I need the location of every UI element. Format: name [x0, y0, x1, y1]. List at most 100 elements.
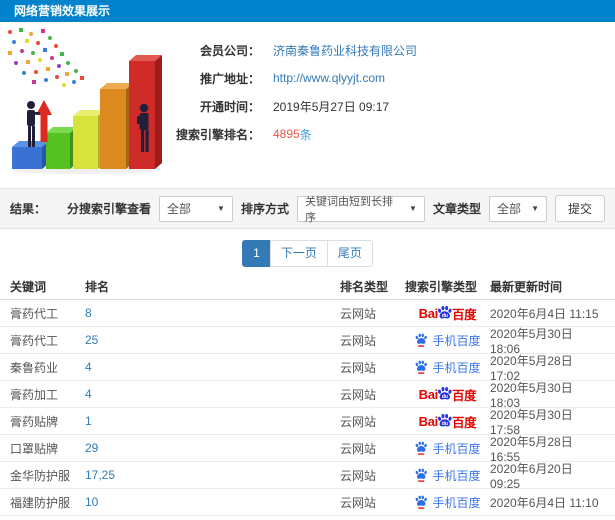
- mobile-baidu-label: 手机百度: [432, 495, 481, 510]
- account-info-section: 会员公司： 济南秦鲁药业科技有限公司 推广地址： http://www.qlyy…: [0, 22, 615, 188]
- page-title: 网络营销效果展示: [14, 4, 111, 18]
- table-body: 膏药代工 8 云网站 Bai du 百度 2020年6月4日 11:15 膏药代工 25 云网站手…: [0, 300, 615, 520]
- rank-link[interactable]: 10: [85, 495, 340, 509]
- keyword-cell: 膏药贴牌: [10, 414, 59, 429]
- rank-type-cell: 云网站: [340, 387, 377, 402]
- mobile-baidu-label: 手机百度: [432, 468, 481, 483]
- businessman-left: [27, 101, 40, 147]
- rank-link[interactable]: 25: [85, 333, 340, 347]
- info-row-company: 会员公司： 济南秦鲁药业科技有限公司: [172, 36, 615, 64]
- updated-cell: 2020年6月4日 11:10: [490, 495, 599, 510]
- submit-button[interactable]: 提交: [554, 195, 605, 222]
- keyword-cell: 秦鲁药业: [10, 360, 59, 375]
- rank-link[interactable]: 29: [85, 441, 340, 455]
- rank-link[interactable]: 4: [85, 360, 340, 374]
- engine-cell: 手机百度: [405, 332, 490, 349]
- bar-chart-illustration: [0, 22, 172, 188]
- engine-select-value: 全部: [166, 202, 191, 216]
- table-row: 膏药贴牌 1 云网站 Bai du 百度 2020年5月30日 17:58: [0, 408, 615, 437]
- rank-type-cell: 云网站: [340, 333, 377, 348]
- results-table: 关键词 排名 排名类型 搜索引擎类型 最新更新时间 膏药代工 8 云网站 Bai du 百…: [0, 274, 615, 520]
- keyword-cell: 膏药代工: [10, 306, 59, 321]
- last-page-button[interactable]: 尾页: [326, 240, 373, 267]
- baidu-paw-icon: du: [437, 413, 452, 427]
- keyword-cell: 膏药代工: [10, 333, 59, 348]
- chevron-down-icon: ▼: [409, 204, 417, 213]
- article-type-label: 文章类型: [432, 202, 481, 216]
- rank-type-cell: 云网站: [340, 441, 377, 456]
- promotion-url-label: 推广地址：: [199, 71, 260, 86]
- page-1-button[interactable]: 1: [242, 240, 271, 267]
- account-info-list: 会员公司： 济南秦鲁药业科技有限公司 推广地址： http://www.qlyy…: [172, 22, 615, 188]
- rank-type-cell: 云网站: [340, 360, 377, 375]
- keyword-cell: 金华防护服: [10, 468, 71, 483]
- mobile-baidu-badge: 手机百度: [414, 494, 481, 511]
- page: 网络营销效果展示 会员公司： 济南秦鲁药业科技有限公司 推广地址： http:/…: [0, 0, 615, 520]
- app-header: 网络营销效果展示: [0, 0, 615, 22]
- pagination-wrap: 1 下一页 尾页: [0, 229, 615, 274]
- mobile-baidu-badge: 手机百度: [414, 440, 481, 457]
- rank-type-cell: 云网站: [340, 468, 377, 483]
- baidu-logo-cn: 百度: [451, 307, 477, 322]
- rank-link[interactable]: 4: [85, 387, 340, 401]
- col-header-rank-type: 排名类型: [340, 280, 389, 294]
- baidu-paw-icon: [416, 442, 428, 456]
- open-time-label: 开通时间：: [199, 99, 260, 114]
- table-row: 福建防护服 10 云网站 手机百度 2020年6月4日 11:10: [0, 489, 615, 516]
- baidu-logo-cn: 百度: [451, 415, 477, 430]
- sort-select-value: 关键词由短到长排序: [304, 195, 393, 224]
- company-link[interactable]: 济南秦鲁药业科技有限公司: [273, 42, 417, 59]
- engine-cell: 手机百度: [405, 359, 490, 376]
- rank-type-cell: 云网站: [340, 306, 377, 321]
- chevron-down-icon: ▼: [217, 204, 225, 213]
- confetti-decoration: [8, 28, 84, 87]
- baidu-logo: Bai du 百度: [419, 304, 477, 323]
- bar-green: [46, 127, 77, 169]
- filter-bar: 结果： 分搜索引擎查看 全部 ▼ 排序方式 关键词由短到长排序 ▼ 文章类型 全…: [0, 188, 615, 229]
- engine-cell: 手机百度: [405, 467, 490, 484]
- open-time-value: 2019年5月27日 09:17: [273, 99, 390, 114]
- col-header-updated: 最新更新时间: [490, 280, 563, 294]
- rank-link[interactable]: 1: [85, 414, 340, 428]
- engine-cell: 手机百度: [405, 494, 490, 511]
- baidu-paw-icon: [416, 469, 428, 483]
- baidu-paw-icon: [416, 496, 428, 510]
- updated-cell: 2020年6月20日 09:25: [490, 461, 573, 491]
- keyword-cell: 膏药加工: [10, 387, 59, 402]
- article-type-select[interactable]: 全部 ▼: [488, 195, 547, 222]
- filter-controls: 分搜索引擎查看 全部 ▼ 排序方式 关键词由短到长排序 ▼ 文章类型 全部 ▼ …: [67, 195, 605, 224]
- mobile-baidu-label: 手机百度: [432, 360, 481, 375]
- sort-select[interactable]: 关键词由短到长排序 ▼: [296, 195, 425, 224]
- table-row: 秦鲁药业 4 云网站 手机百度 2020年5月28日 17:02: [0, 354, 615, 383]
- promotion-url-link[interactable]: http://www.qlyyjt.com: [273, 71, 385, 85]
- rank-link[interactable]: 8: [85, 306, 340, 320]
- engine-rank-unit: 条: [299, 127, 312, 142]
- next-page-button[interactable]: 下一页: [269, 240, 328, 267]
- engine-rank-count: 4895: [273, 127, 300, 141]
- svg-text:du: du: [442, 313, 448, 319]
- table-row-partial: 手机百度: [0, 516, 615, 520]
- info-row-rank-count: 搜索引擎排名： 4895 条: [172, 120, 615, 148]
- table-header-row: 关键词 排名 排名类型 搜索引擎类型 最新更新时间: [0, 274, 615, 300]
- engine-cell: 手机百度: [405, 440, 490, 457]
- article-type-select-value: 全部: [496, 202, 521, 216]
- keyword-cell: 福建防护服: [10, 495, 71, 510]
- baidu-logo: Bai du 百度: [419, 385, 477, 404]
- bar-orange: [100, 83, 133, 169]
- baidu-paw-icon: du: [437, 305, 452, 319]
- rank-type-cell: 云网站: [340, 414, 377, 429]
- col-header-engine-type: 搜索引擎类型: [405, 280, 478, 294]
- col-header-keyword: 关键词: [10, 280, 47, 294]
- baidu-logo: Bai du 百度: [419, 412, 477, 431]
- rank-link[interactable]: 17,25: [85, 468, 340, 482]
- info-row-url: 推广地址： http://www.qlyyjt.com: [172, 64, 615, 92]
- table-row: 膏药加工 4 云网站 Bai du 百度 2020年5月30日 18:03: [0, 381, 615, 410]
- table-row: 口罩贴牌 29 云网站 手机百度 2020年5月28日 16:55: [0, 435, 615, 464]
- engine-rank-label: 搜索引擎排名：: [175, 127, 260, 142]
- pagination: 1 下一页 尾页: [242, 240, 373, 267]
- table-row: 金华防护服 17,25 云网站 手机百度 2020年6月20日 09:25: [0, 461, 615, 491]
- chevron-down-icon: ▼: [531, 204, 539, 213]
- engine-cell: Bai du 百度: [405, 385, 490, 404]
- engine-select[interactable]: 全部 ▼: [158, 195, 233, 222]
- table-row: 膏药代工 25 云网站 手机百度 2020年5月30日 18:06: [0, 327, 615, 356]
